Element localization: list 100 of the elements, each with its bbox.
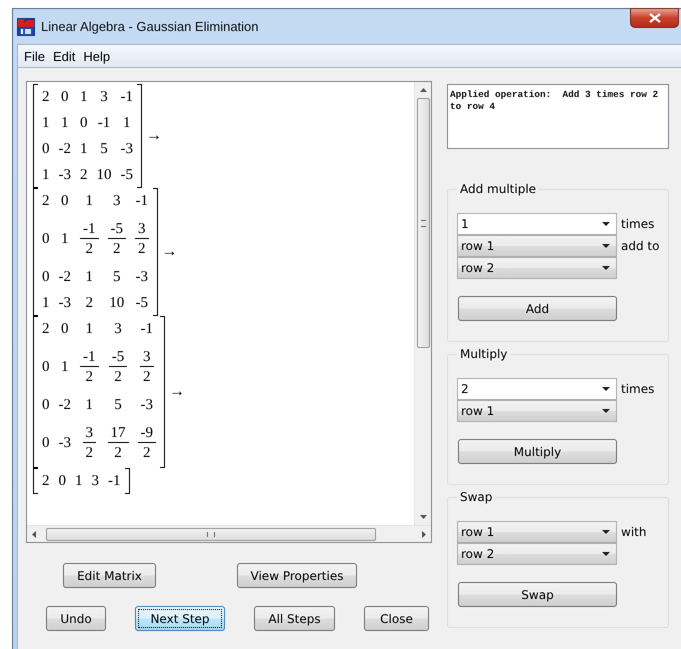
- caret-icon: [602, 387, 610, 391]
- grip-icon: [420, 220, 426, 226]
- group-label: Swap: [459, 490, 494, 504]
- action-button[interactable]: Edit Matrix: [63, 563, 156, 588]
- matrix-entry: 1: [86, 268, 93, 286]
- menu-item[interactable]: Help: [79, 48, 114, 64]
- caret-icon: [602, 552, 610, 556]
- matrix-entry: 3: [113, 192, 120, 210]
- numerator: -1: [80, 348, 98, 366]
- matrix-entry: 0: [61, 320, 68, 338]
- matrix-entry: 2: [42, 472, 50, 490]
- matrix-entry: -5: [136, 294, 148, 312]
- denominator: 2: [86, 368, 93, 386]
- action-button[interactable]: Multiply: [458, 439, 617, 464]
- numerator: -9: [138, 424, 156, 442]
- numerator: 3: [82, 424, 96, 442]
- matrix-entry: -1: [98, 114, 110, 132]
- matrix-entry: 10: [96, 166, 112, 184]
- matrix-entry: 1: [80, 88, 88, 106]
- scroll-thumb[interactable]: [416, 98, 430, 348]
- matrix-entry: -1: [140, 320, 153, 338]
- denominator: 2: [86, 444, 93, 462]
- matrix-entry: 1: [86, 320, 93, 338]
- matrix-entry: 1: [61, 358, 68, 376]
- matrix-entry: -3: [120, 140, 133, 158]
- matrix-entry: 1: [86, 396, 93, 414]
- matrix-entry: 5: [114, 396, 122, 414]
- matrix-entry: 0: [42, 268, 50, 286]
- numerator: -5: [108, 348, 128, 366]
- caret-icon: [602, 244, 610, 248]
- action-button[interactable]: Undo: [46, 606, 106, 631]
- matrix-entry: -2: [58, 140, 71, 158]
- matrix-entry: 1: [75, 472, 82, 490]
- matrix-entry: 1: [42, 166, 50, 184]
- matrix-entry: -1: [120, 88, 133, 106]
- grip-icon: [207, 532, 215, 536]
- dropdown[interactable]: row 2: [457, 257, 617, 279]
- caret-icon: [602, 530, 610, 534]
- denominator: 2: [114, 368, 122, 386]
- matrix-entry: 2: [42, 320, 50, 338]
- matrix-entry: 3: [92, 472, 99, 490]
- left-arrow-icon: [32, 530, 36, 538]
- dropdown[interactable]: row 1: [457, 400, 617, 422]
- right-bracket: [124, 468, 130, 494]
- matrix-entry: -1: [136, 192, 148, 210]
- caret-icon: [602, 266, 610, 270]
- field-label: times: [621, 382, 654, 396]
- matrix-entry: -2: [58, 396, 71, 414]
- action-button[interactable]: View Properties: [237, 563, 357, 588]
- arrow: →: [169, 383, 185, 401]
- denominator: 2: [143, 444, 150, 462]
- matrix-entry: 1: [61, 230, 68, 248]
- denominator: 2: [143, 368, 150, 386]
- combo-box[interactable]: 1: [457, 213, 617, 235]
- right-arrow-icon: [422, 530, 426, 538]
- scroll-thumb[interactable]: [46, 528, 376, 540]
- matrix-entry: -3: [58, 434, 71, 452]
- matrix-entry: 0: [42, 140, 50, 158]
- field-label: times: [621, 217, 654, 231]
- matrix-entry: 1: [86, 192, 93, 210]
- matrix-entry: 5: [113, 268, 120, 286]
- matrix-entry: -3: [136, 268, 148, 286]
- matrix-entry: 2: [86, 294, 93, 312]
- matrix-entry: -1: [108, 472, 120, 490]
- action-button[interactable]: Add: [458, 296, 617, 321]
- matrix-entry: 0: [42, 358, 50, 376]
- vertical-scrollbar[interactable]: [414, 82, 431, 525]
- action-button[interactable]: Next Step: [135, 606, 225, 631]
- menu-item[interactable]: Edit: [48, 48, 80, 64]
- matrix-entry: 1: [42, 294, 50, 312]
- matrix-entry: 0: [42, 230, 50, 248]
- matrix-entry: 1: [80, 140, 88, 158]
- numerator: 3: [135, 220, 148, 238]
- action-button[interactable]: All Steps: [254, 606, 335, 631]
- operation-log: Applied operation: Add 3 times row 2 to row 4: [447, 84, 669, 149]
- dropdown[interactable]: row 2: [457, 543, 617, 565]
- app-icon: [17, 18, 35, 36]
- horizontal-scrollbar[interactable]: [27, 525, 431, 542]
- dropdown[interactable]: row 1: [457, 521, 617, 543]
- denominator: 2: [113, 240, 120, 258]
- up-arrow-icon: [420, 88, 426, 92]
- denominator: 2: [86, 240, 93, 258]
- arrow: →: [162, 243, 178, 261]
- action-button[interactable]: Swap: [458, 582, 617, 607]
- close-button[interactable]: [630, 8, 679, 28]
- menu-item[interactable]: File: [20, 48, 49, 64]
- dropdown[interactable]: row 1: [457, 235, 617, 257]
- combo-box[interactable]: 2: [457, 378, 617, 400]
- matrix-entry: 0: [58, 472, 66, 490]
- down-arrow-icon: [420, 515, 426, 519]
- matrix-entry: 1: [42, 114, 50, 132]
- caret-icon: [602, 222, 610, 226]
- matrix-entry: -5: [120, 166, 133, 184]
- matrix-entry: 10: [109, 294, 124, 312]
- matrix-entry: 3: [100, 88, 108, 106]
- action-button[interactable]: Close: [364, 606, 429, 631]
- matrix-entry: 0: [61, 192, 68, 210]
- matrix-entry: 0: [80, 114, 88, 132]
- denominator: 2: [138, 240, 146, 258]
- caret-icon: [602, 409, 610, 413]
